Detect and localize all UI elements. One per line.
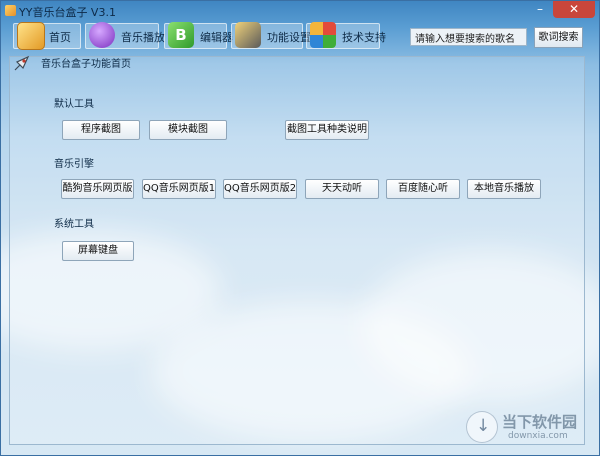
module-screenshot-button[interactable]: 模块截图 (149, 120, 227, 140)
title-bar: YY音乐台盒子 V3.1 – ✕ (1, 1, 599, 21)
support-blocks-icon (310, 22, 336, 48)
qq-music-web-2-button[interactable]: QQ音乐网页版2 (223, 179, 297, 199)
tab-home[interactable]: 首页 (13, 22, 81, 50)
tab-label: 功能设置 (267, 31, 311, 44)
tiantian-dongting-button[interactable]: 天天动听 (305, 179, 379, 199)
close-button[interactable]: ✕ (553, 1, 595, 18)
download-logo-icon (466, 411, 498, 443)
baidu-suixinting-button[interactable]: 百度随心听 (386, 179, 460, 199)
watermark-domain: downxia.com (508, 431, 568, 441)
page-title: 音乐台盒子功能首页 (41, 59, 131, 70)
tab-label: 音乐播放 (121, 31, 165, 44)
song-search-input[interactable] (410, 28, 527, 46)
lyrics-search-button[interactable]: 歌词搜索 (534, 27, 583, 48)
home-cube-icon (17, 22, 45, 50)
tab-label: 首页 (49, 31, 71, 44)
app-window: YY音乐台盒子 V3.1 – ✕ 首页 音乐播放 B 编辑器 功能设置 技术支持… (0, 0, 600, 456)
tab-music-play[interactable]: 音乐播放 (85, 22, 165, 49)
tab-label: 编辑器 (200, 31, 233, 44)
section-title-music-engine: 音乐引擎 (54, 159, 94, 170)
tab-support[interactable]: 技术支持 (306, 22, 386, 49)
settings-icon (235, 22, 261, 48)
tab-settings[interactable]: 功能设置 (231, 22, 311, 49)
editor-b-icon: B (168, 22, 194, 48)
qq-music-web-1-button[interactable]: QQ音乐网页版1 (142, 179, 216, 199)
watermark: 当下软件园 downxia.com (466, 411, 586, 445)
tab-editor[interactable]: B 编辑器 (164, 22, 233, 49)
program-screenshot-button[interactable]: 程序截图 (62, 120, 140, 140)
section-title-default-tools: 默认工具 (54, 99, 94, 110)
watermark-name: 当下软件园 (502, 413, 578, 431)
window-title: YY音乐台盒子 V3.1 (19, 6, 116, 19)
minimize-button[interactable]: – (528, 1, 552, 18)
screenshot-types-help-button[interactable]: 截图工具种类说明 (285, 120, 369, 140)
rocket-icon (14, 55, 30, 71)
local-music-play-button[interactable]: 本地音乐播放 (467, 179, 541, 199)
music-note-icon (89, 22, 115, 48)
app-icon (5, 5, 16, 16)
onscreen-keyboard-button[interactable]: 屏幕键盘 (62, 241, 134, 261)
kugou-web-button[interactable]: 酷狗音乐网页版 (61, 179, 134, 199)
tab-label: 技术支持 (342, 31, 386, 44)
section-title-system-tools: 系统工具 (54, 219, 94, 230)
